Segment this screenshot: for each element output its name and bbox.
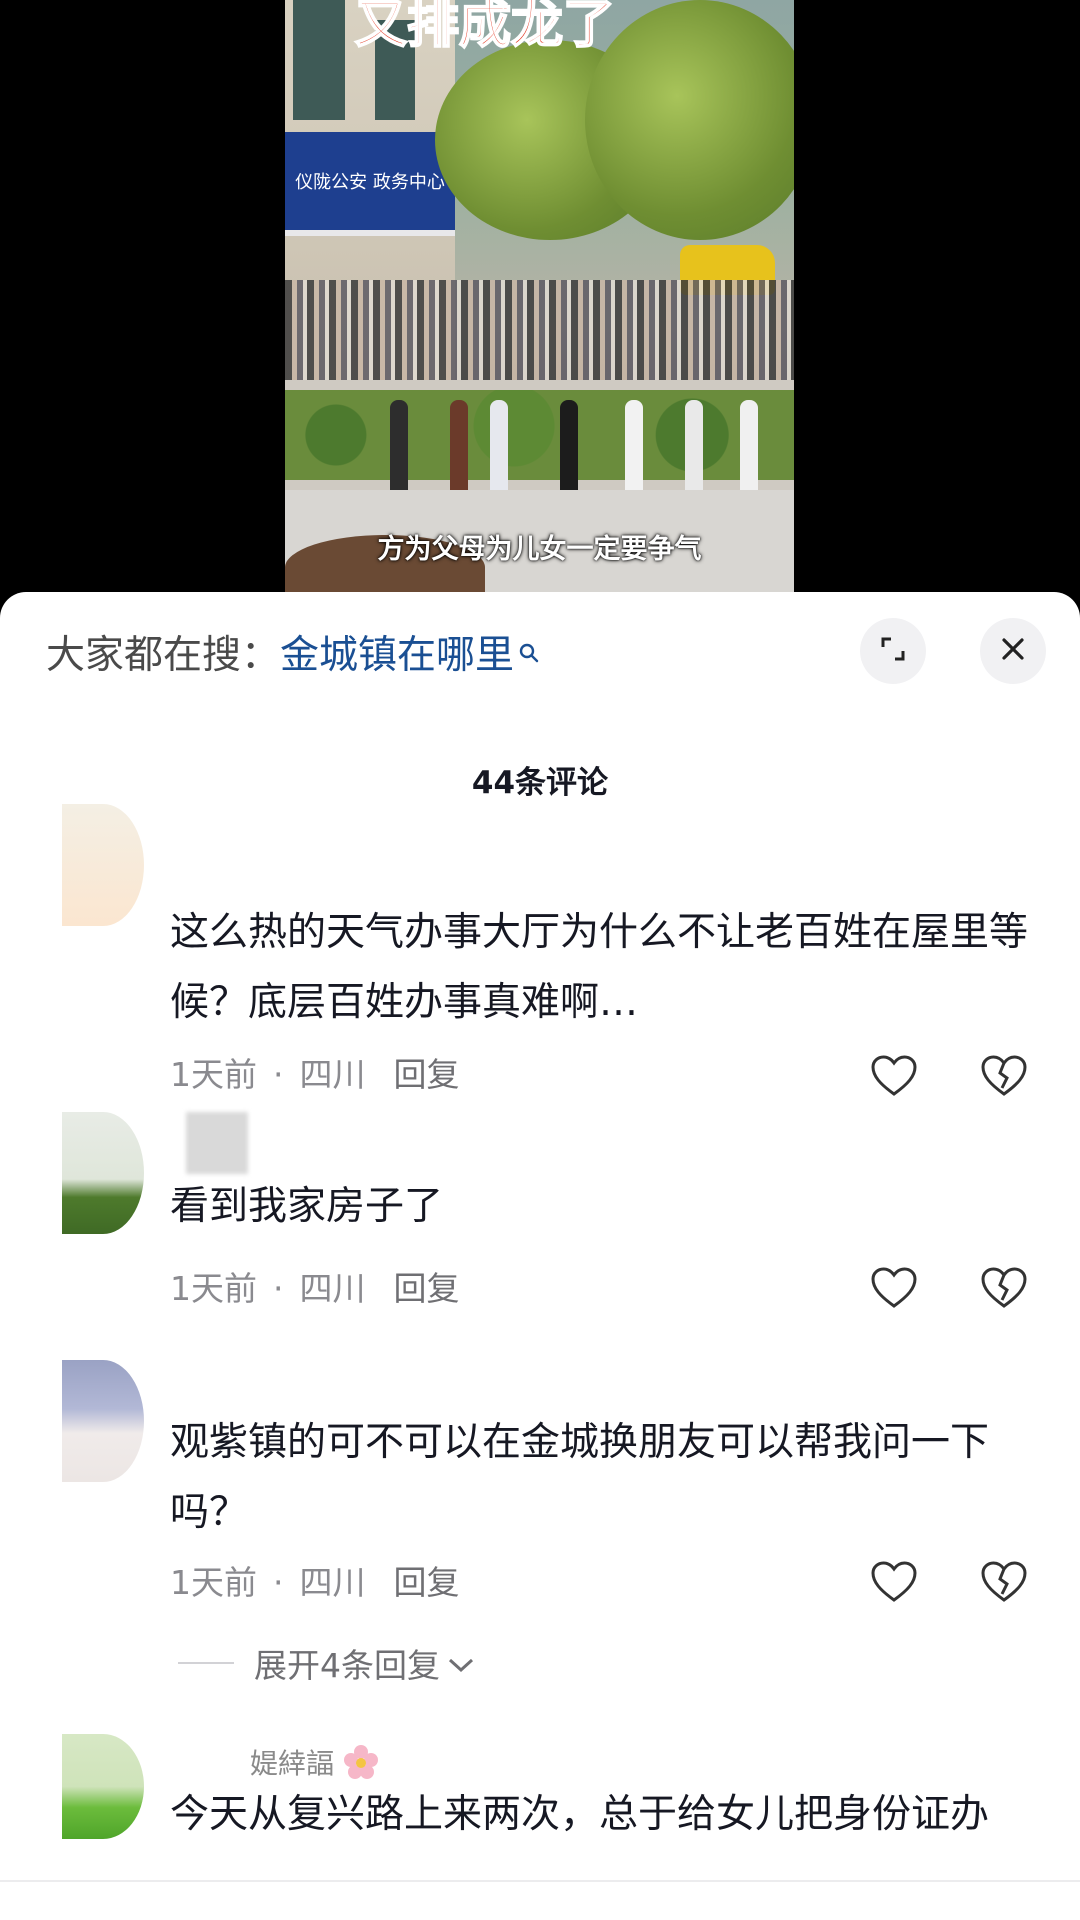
avatar[interactable]	[62, 804, 144, 926]
comment-location: 四川	[299, 1269, 366, 1308]
broken-heart-icon[interactable]	[980, 1054, 1028, 1098]
search-term-link[interactable]: 金城镇在哪里	[280, 633, 514, 678]
chevron-down-icon	[446, 1644, 476, 1683]
avatar[interactable]	[62, 1112, 144, 1234]
comment-count: 44条评论	[471, 765, 609, 801]
comment-text: 观紫镇的可不可以在金城换朋友可以帮我问一下吗？	[170, 1420, 990, 1535]
username-blurred	[186, 1112, 248, 1174]
heart-icon[interactable]	[870, 1054, 918, 1098]
avatar[interactable]	[62, 1734, 144, 1839]
close-button[interactable]	[980, 618, 1046, 684]
office-sign: 仪陇公安 政务中心	[285, 132, 455, 236]
comment-time: 1天前	[170, 1269, 257, 1308]
broken-heart-icon[interactable]	[980, 1266, 1028, 1310]
comment-time: 1天前	[170, 1563, 257, 1602]
queue-crowd	[285, 280, 794, 390]
expand-replies-label: 展开4条回复	[254, 1646, 440, 1685]
comment-time: 1天前	[170, 1055, 257, 1094]
heart-icon[interactable]	[870, 1560, 918, 1604]
comment-text: 看到我家房子了	[170, 1184, 444, 1229]
comment-text: 今天从复兴路上来两次，总于给女儿把身份证办	[170, 1792, 990, 1837]
comment-meta: 1天前 · 四川 回复	[170, 1055, 460, 1094]
comment-location: 四川	[299, 1055, 366, 1094]
comment-meta: 1天前 · 四川 回复	[170, 1563, 460, 1602]
broken-heart-icon[interactable]	[980, 1560, 1028, 1604]
bottom-divider	[0, 1880, 1080, 1920]
expand-button[interactable]	[860, 618, 926, 684]
reply-button[interactable]: 回复	[394, 1269, 460, 1308]
avatar[interactable]	[62, 1360, 144, 1482]
reply-button[interactable]: 回复	[394, 1055, 460, 1094]
video-frame: 仪陇公安 政务中心	[285, 0, 794, 600]
expand-replies-button[interactable]: 展开4条回复	[178, 1639, 476, 1687]
search-icon[interactable]	[518, 625, 540, 679]
video-title-overlay: 又排成龙了	[354, 0, 616, 56]
expand-icon	[878, 634, 908, 668]
close-icon	[999, 635, 1027, 667]
video-player[interactable]: 仪陇公安 政务中心 又排成龙了 方为父母为儿女一定要争气	[0, 0, 1080, 600]
search-suggestion[interactable]: 大家都在搜：金城镇在哪里	[46, 629, 540, 683]
heart-icon[interactable]	[870, 1266, 918, 1310]
video-subtitle: 方为父母为儿女一定要争气	[377, 534, 702, 565]
comment-location: 四川	[299, 1563, 366, 1602]
reply-button[interactable]: 回复	[394, 1563, 460, 1602]
comment-text: 这么热的天气办事大厅为什么不让老百姓在屋里等候？底层百姓办事真难啊…	[170, 910, 1029, 1025]
search-prefix: 大家都在搜：	[46, 633, 281, 678]
comment-meta: 1天前 · 四川 回复	[170, 1269, 460, 1308]
comment-sheet: 大家都在搜：金城镇在哪里 44条评论 这么热的天气办事大厅为什么不让老百姓在屋里…	[0, 592, 1080, 1920]
